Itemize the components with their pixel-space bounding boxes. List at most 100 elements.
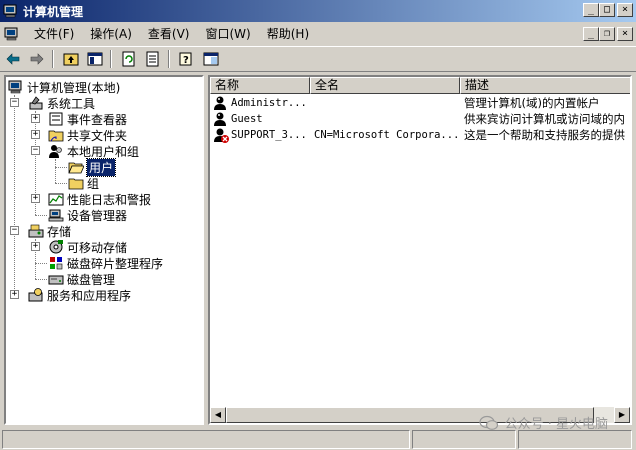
mdi-close-button[interactable]: × <box>617 27 633 41</box>
forward-arrow-icon <box>30 53 44 65</box>
tree-item-label: 磁盘碎片整理程序 <box>67 256 164 271</box>
export-list-icon <box>146 51 159 67</box>
tree-item-label: 本地用户和组 <box>67 144 140 159</box>
tree-item-system-tools[interactable]: 系统工具 <box>28 95 95 111</box>
tree-item-local-users-groups[interactable]: 本地用户和组 <box>48 143 139 159</box>
tree-item-disk-management[interactable]: 磁盘管理 <box>48 271 115 287</box>
tree-item-device-manager[interactable]: 设备管理器 <box>48 207 127 223</box>
details-list[interactable]: 名称 全名 描述 Administr... 管理计算机(域)的内置帐户 Gues… <box>208 75 632 425</box>
cell-description: 这是一个帮助和支持服务的提供 <box>464 128 625 142</box>
tree-item-label: 事件查看器 <box>67 112 128 127</box>
menu-file[interactable]: 文件(F) <box>26 25 82 43</box>
expand-toggle[interactable]: + <box>10 290 19 299</box>
refresh-button[interactable] <box>118 48 140 70</box>
window-title: 计算机管理 <box>23 4 84 19</box>
mmc-view-button[interactable] <box>200 48 222 70</box>
tree-item-shared-folders[interactable]: 共享文件夹 <box>48 127 127 143</box>
column-header-name[interactable]: 名称 <box>210 77 310 94</box>
tree-line <box>14 95 15 293</box>
list-item-user[interactable]: Administr... 管理计算机(域)的内置帐户 <box>210 95 630 112</box>
mdi-minimize-button[interactable]: _ <box>583 27 599 41</box>
tree-line <box>55 167 67 168</box>
tree-line <box>35 263 47 264</box>
scroll-right-icon: ▶ <box>618 410 626 419</box>
performance-icon <box>48 193 64 206</box>
minimize-icon: _ <box>587 4 595 15</box>
expand-toggle[interactable]: + <box>31 130 40 139</box>
tree-item-root[interactable]: 计算机管理(本地) <box>8 79 120 95</box>
mmc-view-icon <box>203 52 219 66</box>
maximize-button[interactable]: □ <box>599 3 615 17</box>
show-hide-tree-icon <box>87 52 103 66</box>
back-arrow-icon <box>6 53 20 65</box>
minimize-button[interactable]: _ <box>583 3 599 17</box>
cell-name: SUPPORT_3... <box>231 129 307 141</box>
tree-item-label: 服务和应用程序 <box>47 288 132 303</box>
help-icon: ? <box>179 52 192 66</box>
list-item-user[interactable]: Guest 供来宾访问计算机或访问域的内 <box>210 111 630 128</box>
tree-item-disk-defrag[interactable]: 磁盘碎片整理程序 <box>48 255 163 271</box>
tree-item-event-viewer[interactable]: 事件查看器 <box>48 111 127 127</box>
close-button[interactable]: × <box>617 3 633 17</box>
menu-view[interactable]: 查看(V) <box>140 25 198 43</box>
shared-folder-icon <box>48 130 64 142</box>
menu-window[interactable]: 窗口(W) <box>197 25 258 43</box>
toolbar-separator <box>110 50 112 68</box>
cell-name: Administr... <box>231 97 307 109</box>
collapse-toggle[interactable]: − <box>10 226 19 235</box>
tree-line <box>55 159 56 183</box>
open-folder-icon <box>68 162 84 174</box>
disabled-user-icon <box>214 128 229 143</box>
forward-button[interactable] <box>26 48 48 70</box>
tree-item-label: 可移动存储 <box>67 240 128 255</box>
scroll-left-button[interactable]: ◀ <box>210 407 226 423</box>
export-list-button[interactable] <box>142 48 164 70</box>
cell-full-name <box>314 95 458 112</box>
tree-item-users[interactable]: 用户 <box>68 157 117 177</box>
expand-toggle[interactable]: + <box>31 242 40 251</box>
computer-icon <box>8 80 22 94</box>
tree-item-label: 用户 <box>85 157 117 177</box>
expand-toggle[interactable]: + <box>31 194 40 203</box>
menu-bar: 文件(F) 操作(A) 查看(V) 窗口(W) 帮助(H) _ ❐ × <box>0 23 636 45</box>
status-bar <box>0 429 636 450</box>
collapse-toggle[interactable]: − <box>10 98 19 107</box>
up-one-level-button[interactable] <box>60 48 82 70</box>
toolbar-separator <box>168 50 170 68</box>
tree-item-label: 组 <box>87 176 100 191</box>
tree-item-storage[interactable]: 存储 <box>28 223 71 239</box>
menu-action[interactable]: 操作(A) <box>82 25 140 43</box>
scroll-left-icon: ◀ <box>214 410 222 419</box>
collapse-toggle[interactable]: − <box>31 146 40 155</box>
disk-management-icon <box>48 275 64 285</box>
title-bar[interactable]: 计算机管理 _ □ × <box>0 0 636 22</box>
tree-item-perf-logs[interactable]: 性能日志和警报 <box>48 191 151 207</box>
back-button[interactable] <box>2 48 24 70</box>
tree-item-label: 计算机管理(本地) <box>27 80 121 95</box>
removable-storage-icon <box>49 240 63 254</box>
mdi-restore-button[interactable]: ❐ <box>599 27 615 41</box>
tree-item-removable-storage[interactable]: 可移动存储 <box>48 239 127 255</box>
folder-icon <box>68 178 84 190</box>
console-tree[interactable]: 计算机管理(本地) − 系统工具 + 事件查看器 + 共享文件夹 − 本地用户和… <box>4 75 204 425</box>
mmc-document-icon[interactable] <box>4 26 20 42</box>
cell-description: 供来宾访问计算机或访问域的内 <box>464 112 625 126</box>
status-panel <box>2 430 410 449</box>
scroll-right-button[interactable]: ▶ <box>614 407 630 423</box>
status-panel <box>518 430 632 449</box>
tree-item-services-apps[interactable]: 服务和应用程序 <box>28 287 131 303</box>
column-header-full-name[interactable]: 全名 <box>310 77 460 94</box>
cell-full-name: CN=Microsoft Corpora... <box>314 129 458 141</box>
defrag-icon <box>50 257 63 270</box>
expand-toggle[interactable]: + <box>31 114 40 123</box>
column-header-description[interactable]: 描述 <box>460 77 630 94</box>
help-button[interactable]: ? <box>176 48 198 70</box>
tree-item-groups[interactable]: 组 <box>68 175 99 191</box>
user-icon <box>214 96 226 110</box>
list-item-user[interactable]: SUPPORT_3... CN=Microsoft Corpora... 这是一… <box>210 127 630 144</box>
users-groups-icon <box>49 145 62 158</box>
toolbar: ? <box>0 46 636 72</box>
menu-help[interactable]: 帮助(H) <box>259 25 317 43</box>
services-icon <box>28 288 43 302</box>
show-hide-console-tree-button[interactable] <box>84 48 106 70</box>
